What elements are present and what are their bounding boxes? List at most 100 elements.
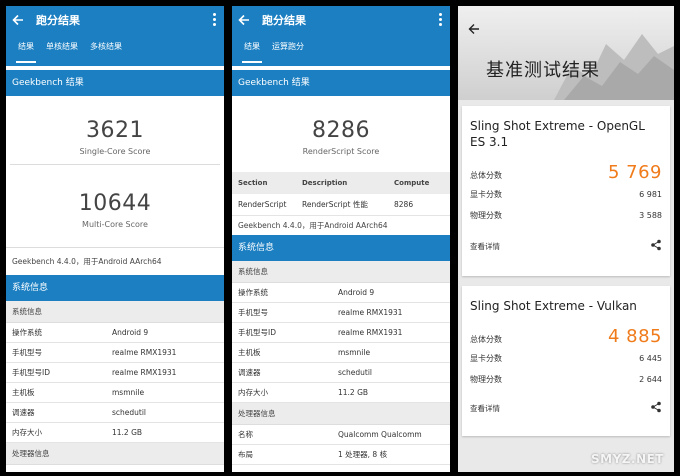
sysinfo-header: 系统信息	[6, 275, 224, 301]
info-key: 操作系统	[12, 328, 42, 337]
cell-section: RenderScript	[238, 200, 287, 209]
total-label: 总体分数	[470, 171, 502, 180]
gpu-label: 显卡分数	[470, 354, 502, 363]
share-icon[interactable]	[650, 401, 662, 415]
share-icon[interactable]	[650, 239, 662, 253]
page-title: 跑分结果	[36, 14, 80, 27]
info-value: 1 处理器, 8 核	[338, 450, 388, 459]
version-note: Geekbench 4.4.0，用于Android AArch64	[12, 257, 162, 266]
tab-results[interactable]: 结果	[12, 34, 40, 66]
back-arrow-icon[interactable]	[468, 20, 480, 39]
info-value: schedutil	[112, 408, 147, 417]
total-value: 5 769	[607, 162, 662, 183]
more-menu-icon[interactable]	[213, 13, 216, 26]
info-key: 手机型号	[12, 348, 42, 357]
multi-core-value: 10644	[78, 191, 152, 216]
result-card-vulkan[interactable]: Sling Shot Extreme - Vulkan 总体分数 4 885 显…	[462, 286, 670, 436]
page-title: 跑分结果	[262, 14, 306, 27]
info-row: 手机型号 realme RMX1931	[6, 343, 224, 363]
gpu-value: 6 981	[639, 190, 662, 199]
section-header: Geekbench 结果	[6, 70, 224, 96]
physics-label: 物理分数	[470, 211, 502, 220]
back-arrow-icon[interactable]	[12, 13, 26, 27]
info-value: 11.2 GB	[338, 388, 369, 397]
physics-score-row: 物理分数 2 644	[462, 374, 670, 385]
gpu-score-row: 显卡分数 6 981	[462, 189, 670, 200]
test-name: Sling Shot Extreme - Vulkan	[470, 299, 637, 313]
tab-single-core[interactable]: 单核结果	[40, 34, 84, 66]
info-key: 调速器	[238, 368, 261, 377]
info-row: 调速器 schedutil	[6, 403, 224, 423]
single-core-label: Single-Core Score	[79, 147, 151, 156]
3dmark-results-screen: 基准测试结果 Sling Shot Extreme - OpenGL ES 3.…	[458, 6, 674, 472]
version-note: Geekbench 4.4.0，用于Android AArch64	[238, 221, 388, 230]
tab-bar: 结果 运算跑分	[232, 34, 450, 66]
geekbench-cpu-screen: 跑分结果 结果 单核结果 多核结果 Geekbench 结果 3621 Sing…	[6, 6, 224, 472]
app-bar: 跑分结果	[232, 6, 450, 34]
cell-description: RenderScript 性能	[302, 200, 368, 209]
result-card-opengl[interactable]: Sling Shot Extreme - OpenGL ES 3.1 总体分数 …	[462, 106, 670, 276]
info-value: 11.2 GB	[112, 428, 143, 437]
info-key: 调速器	[12, 408, 35, 417]
physics-score-row: 物理分数 3 588	[462, 210, 670, 221]
renderscript-value: 8286	[312, 118, 370, 143]
tab-multi-core[interactable]: 多核结果	[84, 34, 128, 66]
app-bar: 跑分结果	[6, 6, 224, 34]
tab-results[interactable]: 结果	[238, 34, 266, 66]
info-row: 操作系统 Android 9	[232, 283, 450, 303]
total-label: 总体分数	[470, 335, 502, 344]
multi-core-score: 10644 Multi-Core Score	[6, 191, 224, 229]
info-row: 名称 Qualcomm Qualcomm	[232, 425, 450, 445]
info-row: 操作系统 Android 9	[6, 323, 224, 343]
col-section: Section	[238, 179, 268, 187]
sysinfo-header: 系统信息	[232, 235, 450, 261]
info-value: Qualcomm Qualcomm	[338, 430, 422, 439]
col-compute: Compute	[394, 179, 430, 187]
test-name: Sling Shot Extreme - OpenGL ES 3.1	[470, 119, 645, 149]
info-value: Android 9	[338, 288, 375, 297]
view-details-link[interactable]: 查看详情	[470, 241, 500, 252]
info-key: 内存大小	[238, 388, 268, 397]
card-footer: 查看详情	[462, 239, 670, 253]
watermark: SMYZ.NET	[591, 452, 664, 466]
view-details-link[interactable]: 查看详情	[470, 403, 500, 414]
page-title: 基准测试结果	[486, 60, 600, 81]
card-footer: 查看详情	[462, 401, 670, 415]
info-value: Android 9	[112, 328, 149, 337]
info-key: 操作系统	[238, 288, 268, 297]
back-arrow-icon[interactable]	[238, 13, 252, 27]
info-value: msmnile	[112, 388, 145, 397]
gpu-value: 6 445	[639, 354, 662, 363]
info-value: schedutil	[338, 368, 373, 377]
info-key: 布局	[238, 450, 253, 459]
hero-banner: 基准测试结果	[458, 6, 674, 100]
tab-compute[interactable]: 运算跑分	[266, 34, 310, 66]
tab-bar: 结果 单核结果 多核结果	[6, 34, 224, 66]
physics-value: 3 588	[639, 211, 662, 220]
more-menu-icon[interactable]	[439, 13, 442, 26]
renderscript-label: RenderScript Score	[302, 147, 380, 156]
info-key: 名称	[238, 430, 253, 439]
col-description: Description	[302, 179, 348, 187]
cpu-subheader: 处理器信息	[6, 443, 224, 465]
info-row: 内存大小 11.2 GB	[6, 423, 224, 443]
info-key: 主机板	[238, 348, 261, 357]
total-score-row: 总体分数 5 769	[462, 162, 670, 183]
info-row: 手机型号 realme RMX1931	[232, 303, 450, 323]
geekbench-compute-screen: 跑分结果 结果 运算跑分 Geekbench 结果 8286 RenderScr…	[232, 6, 450, 472]
gpu-score-row: 显卡分数 6 445	[462, 353, 670, 364]
info-row: 手机型号ID realme RMX1931	[232, 323, 450, 343]
info-row: 主机板 msmnile	[232, 343, 450, 363]
info-value: realme RMX1931	[112, 368, 177, 377]
table-row: RenderScript RenderScript 性能 8286	[232, 194, 450, 216]
cpu-subheader: 处理器信息	[232, 403, 450, 425]
renderscript-score: 8286 RenderScript Score	[232, 118, 450, 156]
info-key: 手机型号	[238, 308, 268, 317]
total-value: 4 885	[607, 326, 662, 347]
info-row: 内存大小 11.2 GB	[232, 383, 450, 403]
single-core-score: 3621 Single-Core Score	[6, 118, 224, 156]
info-key: 手机型号ID	[238, 328, 276, 337]
info-value: realme RMX1931	[338, 328, 403, 337]
info-key: 内存大小	[12, 428, 42, 437]
sysinfo-subheader: 系统信息	[232, 261, 450, 283]
